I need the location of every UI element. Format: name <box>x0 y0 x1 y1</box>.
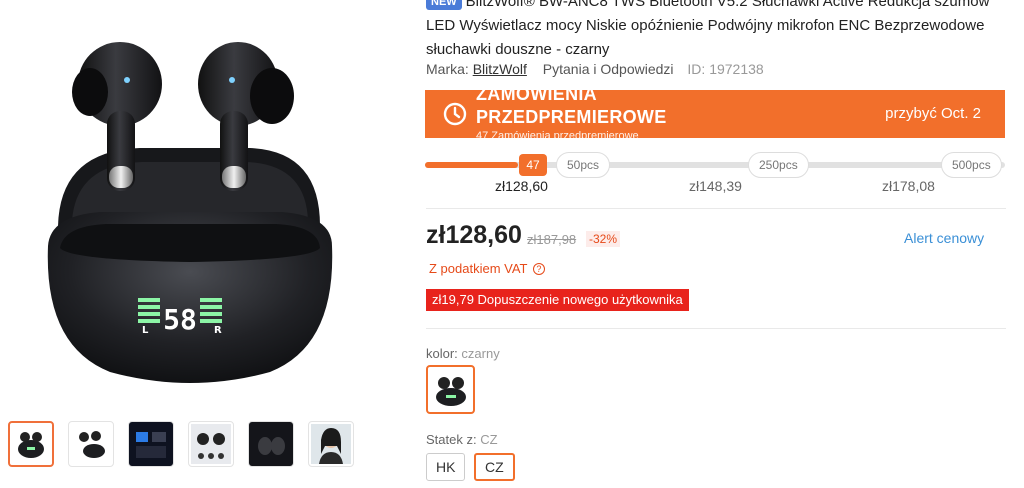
product-id: ID: 1972138 <box>687 61 764 77</box>
price-alert-link[interactable]: Alert cenowy <box>904 230 984 246</box>
tier-price-500: zł178,08 <box>882 178 935 194</box>
color-swatch-image <box>435 376 466 406</box>
preorder-title-line2: PRZEDPREMIEROWE <box>476 107 667 127</box>
product-title-text: BlitzWolf® BW-ANC8 TWS Bluetooth V5.2 Sł… <box>426 0 990 58</box>
preorder-title-line1: ZAMÓWIENIA <box>476 90 597 104</box>
tier-progress: 47 50pcs 250pcs 500pcs zł128,60 zł148,39… <box>425 150 1005 200</box>
vat-text: Z podatkiem VAT <box>429 261 528 276</box>
tier-pill-50: 50pcs <box>556 152 611 178</box>
thumbnail-1[interactable] <box>8 421 54 467</box>
ship-from-label: Statek z: CZ <box>426 432 498 447</box>
qa-link[interactable]: Pytania i Odpowiedzi <box>543 61 674 77</box>
thumbnail-6[interactable] <box>308 421 354 467</box>
ship-label-text: Statek z: <box>426 432 477 447</box>
thumbnail-3[interactable] <box>128 421 174 467</box>
tier-pill-250: 250pcs <box>748 152 809 178</box>
info-icon[interactable]: ? <box>532 263 545 275</box>
divider <box>426 328 1006 329</box>
brand-link[interactable]: BlitzWolf <box>473 61 527 77</box>
color-label: kolor: czarny <box>426 346 500 361</box>
product-meta: Marka: BlitzWolf Pytania i Odpowiedzi ID… <box>426 61 764 77</box>
color-value: czarny <box>461 346 500 361</box>
ship-value: CZ <box>480 432 498 447</box>
battery-percentage-text: 58 <box>163 303 197 336</box>
vat-note: Z podatkiem VAT ? <box>429 261 545 276</box>
preorder-banner: ZAMÓWIENIA PRZEDPREMIEROWE 47 Zamówienia… <box>425 90 1005 138</box>
tier-price-250: zł148,39 <box>689 178 742 194</box>
left-indicator-text: L <box>142 325 149 336</box>
current-count-badge: 47 <box>519 154 547 176</box>
tier-progress-fill <box>425 162 518 168</box>
color-option-czarny[interactable] <box>426 365 475 414</box>
clock-icon <box>443 102 467 126</box>
color-label-text: kolor: <box>426 346 458 361</box>
new-badge: NEW <box>426 0 462 10</box>
right-indicator-text: R <box>214 325 222 336</box>
thumbnail-strip <box>8 421 354 467</box>
thumbnail-2[interactable] <box>68 421 114 467</box>
current-price: zł128,60 <box>426 221 522 249</box>
product-title: NEW BlitzWolf® BW-ANC8 TWS Bluetooth V5.2… <box>426 0 1006 62</box>
discount-badge: -32% <box>586 231 621 247</box>
thumbnail-4[interactable] <box>188 421 234 467</box>
new-user-discount: zł19,79 Dopuszczenie nowego użytkownika <box>426 289 689 311</box>
thumbnail-5[interactable] <box>248 421 294 467</box>
preorder-count: 47 Zamówienia przedpremierowe <box>476 130 639 138</box>
divider <box>426 208 1006 209</box>
brand-label: Marka: <box>426 61 469 77</box>
ship-option-hk[interactable]: HK <box>426 453 466 481</box>
ship-option-cz[interactable]: CZ <box>474 453 515 481</box>
tier-pill-500: 500pcs <box>941 152 1002 178</box>
arrival-date: przybyć Oct. 2 <box>885 105 981 122</box>
tier-price-50: zł128,60 <box>495 178 548 194</box>
original-price: zł187,98 <box>527 232 577 247</box>
main-product-image[interactable]: 58 L R <box>20 16 360 396</box>
